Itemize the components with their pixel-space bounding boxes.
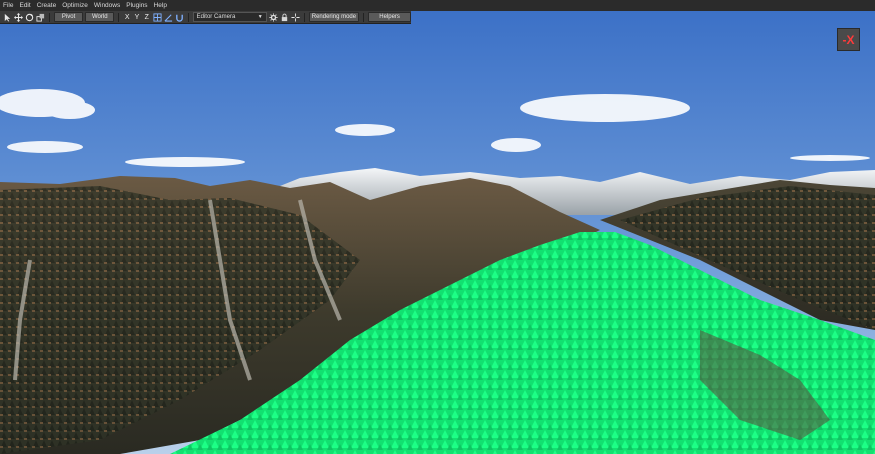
menu-file[interactable]: File <box>0 0 16 11</box>
chevron-down-icon: ▼ <box>257 14 263 20</box>
camera-select-value: Editor Camera <box>196 14 236 20</box>
axis-y-toggle[interactable]: Y <box>133 14 141 21</box>
pivot-button[interactable]: Pivot <box>53 12 84 22</box>
lock-icon[interactable] <box>280 13 289 22</box>
crosshair-icon[interactable] <box>291 12 300 22</box>
rotate-icon[interactable] <box>25 13 34 22</box>
close-icon: -X <box>842 32 855 47</box>
select-arrow-icon[interactable] <box>3 13 12 22</box>
scene-viewport[interactable] <box>0 0 875 454</box>
menu-optimize[interactable]: Optimize <box>59 0 91 11</box>
world-button[interactable]: World <box>85 12 115 22</box>
settings-gear-icon[interactable] <box>269 12 278 22</box>
scale-icon[interactable] <box>36 13 45 22</box>
camera-select[interactable]: Editor Camera ▼ <box>192 12 267 22</box>
menu-help[interactable]: Help <box>151 0 170 11</box>
snap-angle-icon[interactable] <box>164 13 173 22</box>
axis-z-toggle[interactable]: Z <box>143 14 151 21</box>
snap-magnet-icon[interactable] <box>175 13 184 22</box>
move-icon[interactable] <box>14 12 23 22</box>
rendering-mode-button[interactable]: Rendering mode <box>308 12 360 22</box>
menu-create[interactable]: Create <box>34 0 60 11</box>
toolbar: Pivot World X Y Z Editor Camera ▼ Render… <box>0 11 411 24</box>
menu-bar: File Edit Create Optimize Windows Plugin… <box>0 0 875 11</box>
menu-plugins[interactable]: Plugins <box>123 0 150 11</box>
snap-grid-icon[interactable] <box>153 12 162 22</box>
menu-windows[interactable]: Windows <box>91 0 123 11</box>
menu-edit[interactable]: Edit <box>16 0 33 11</box>
axis-x-toggle[interactable]: X <box>123 14 131 21</box>
helpers-button[interactable]: Helpers <box>368 12 411 22</box>
close-button[interactable]: -X <box>837 28 860 51</box>
